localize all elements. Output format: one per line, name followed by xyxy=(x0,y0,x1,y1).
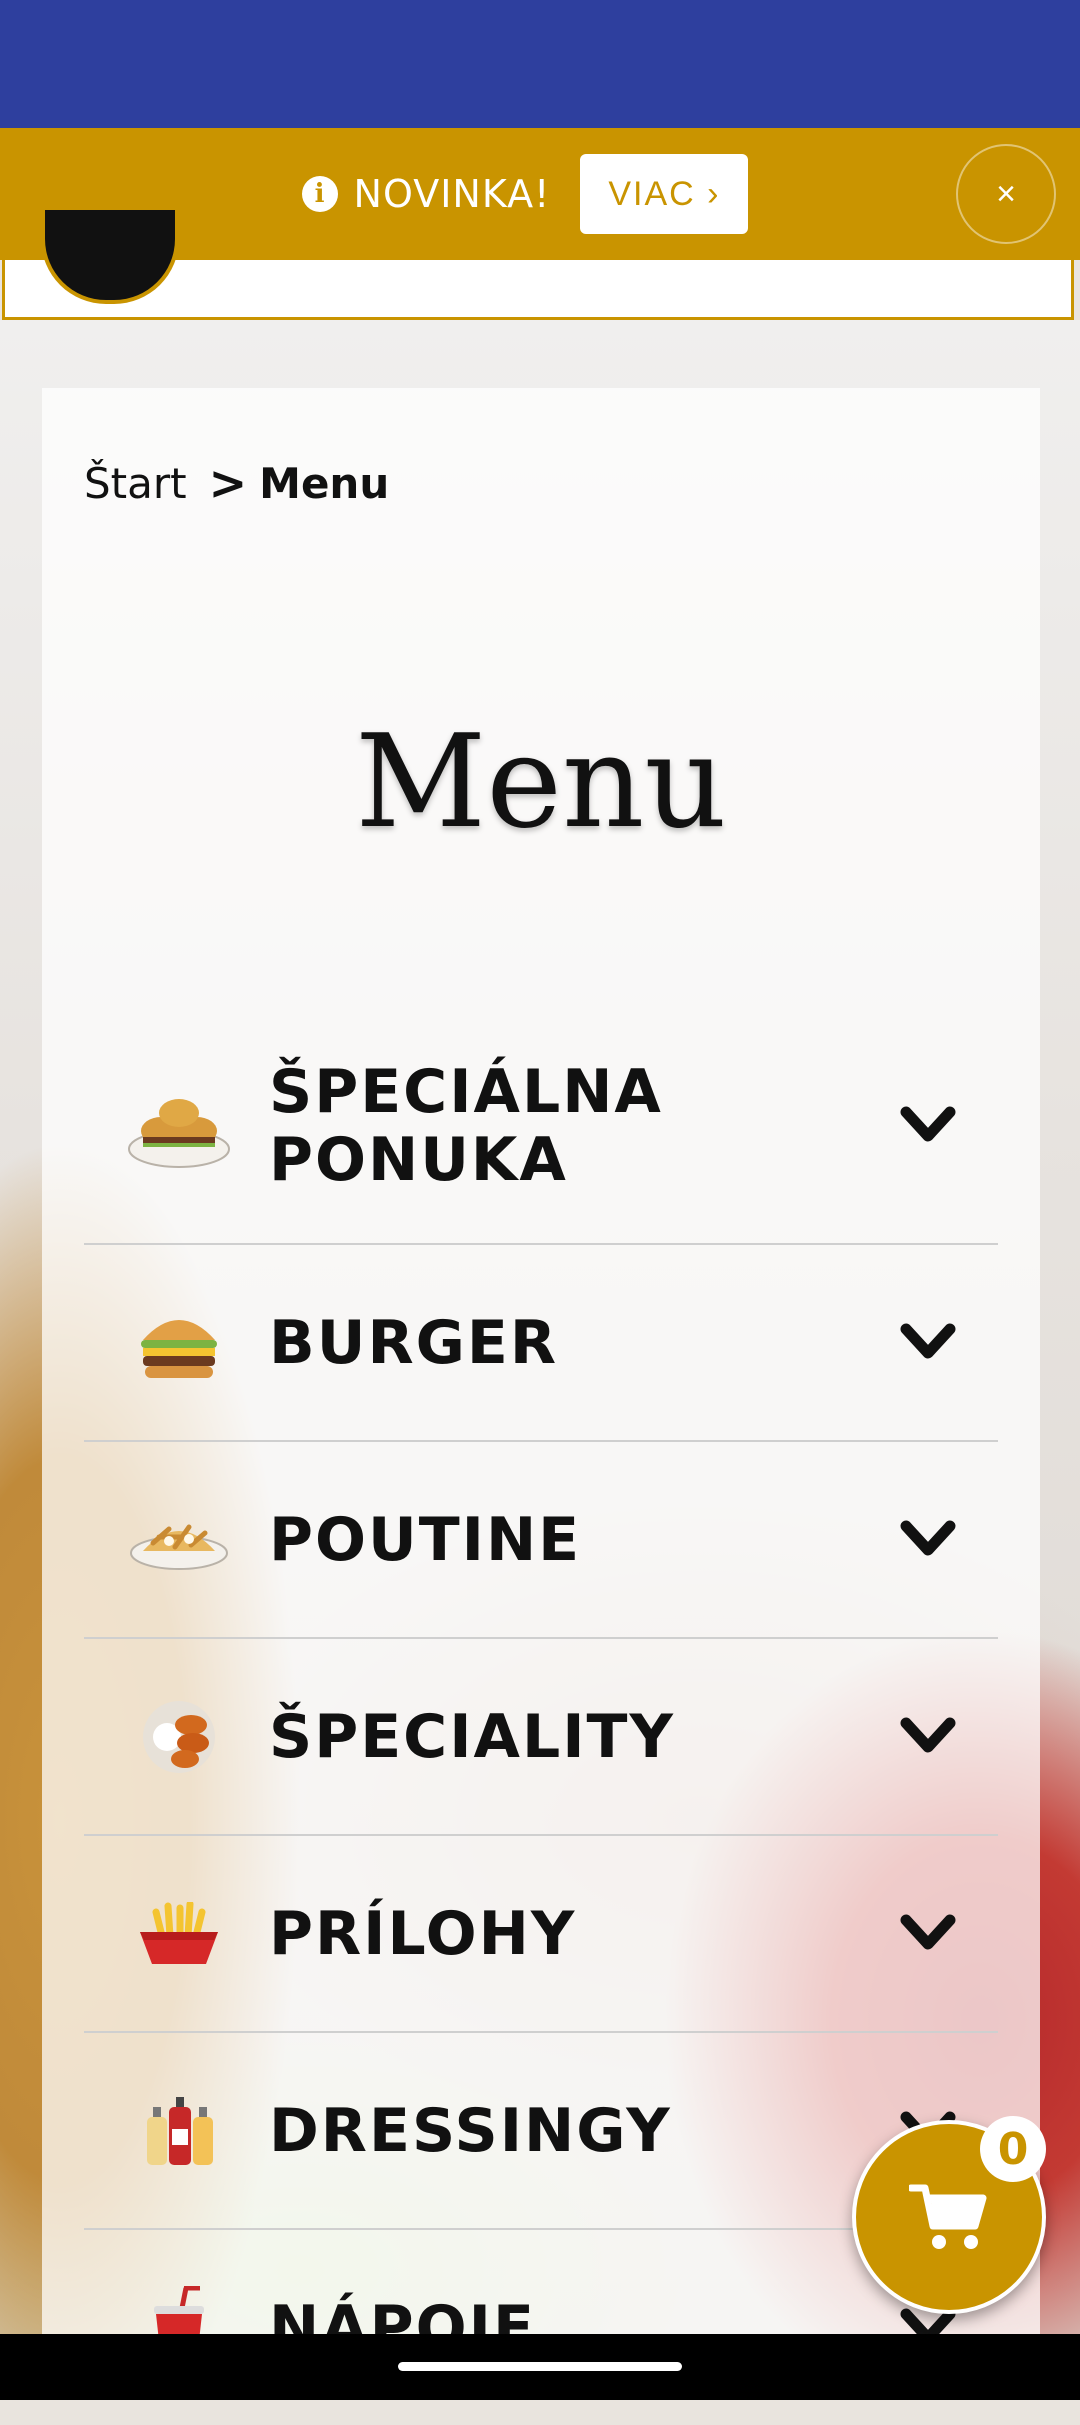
content-panel: Štart > Menu Menu ŠPECIÁLNA PONUKA BURGE… xyxy=(42,388,1040,2400)
burger-icon xyxy=(126,1290,231,1395)
chevron-down-icon xyxy=(900,1520,956,1555)
category-special-offer[interactable]: ŠPECIÁLNA PONUKA xyxy=(84,1008,998,1245)
cart-button[interactable]: 0 xyxy=(852,2116,1046,2314)
info-icon: i xyxy=(301,176,338,212)
category-burger[interactable]: BURGER xyxy=(84,1245,998,1442)
page-title: Menu xyxy=(355,708,727,857)
category-label: POUTINE xyxy=(269,1504,582,1575)
logo[interactable] xyxy=(41,210,179,304)
category-poutine[interactable]: POUTINE xyxy=(84,1442,998,1639)
breadcrumb-current: Menu xyxy=(259,458,390,508)
breadcrumb-home-link[interactable]: Štart xyxy=(84,459,187,508)
status-bar xyxy=(0,0,1080,128)
chevron-down-icon xyxy=(900,1717,956,1752)
fries-icon xyxy=(126,1881,231,1986)
category-specialities[interactable]: ŠPECIALITY xyxy=(84,1639,998,1836)
chevron-down-icon xyxy=(900,1323,956,1358)
breadcrumb: Štart > Menu xyxy=(84,456,389,510)
category-label: ŠPECIÁLNA PONUKA xyxy=(269,1056,663,1195)
promo-more-button[interactable]: VIAC › xyxy=(580,154,749,234)
system-navigation-bar xyxy=(0,2334,1080,2400)
category-label: PRÍLOHY xyxy=(269,1898,577,1969)
wings-icon xyxy=(126,1684,231,1789)
chevron-down-icon xyxy=(900,1106,956,1141)
home-gesture-handle[interactable] xyxy=(398,2362,682,2371)
poutine-icon xyxy=(126,1487,231,1592)
sauce-bottles-icon xyxy=(126,2078,231,2183)
burger-plate-icon xyxy=(126,1073,231,1178)
category-label: BURGER xyxy=(269,1307,559,1378)
breadcrumb-separator: > xyxy=(208,456,248,510)
category-sides[interactable]: PRÍLOHY xyxy=(84,1836,998,2033)
cart-icon xyxy=(909,2184,987,2249)
category-label: DRESSINGY xyxy=(269,2095,672,2166)
site-header xyxy=(2,210,1074,320)
promo-text: NOVINKA! xyxy=(353,172,551,216)
category-label: ŠPECIALITY xyxy=(269,1701,675,1772)
cart-count-badge: 0 xyxy=(980,2116,1046,2182)
promo-close-button[interactable]: × xyxy=(956,144,1056,244)
close-icon: × xyxy=(996,174,1016,213)
chevron-down-icon xyxy=(900,1914,956,1949)
